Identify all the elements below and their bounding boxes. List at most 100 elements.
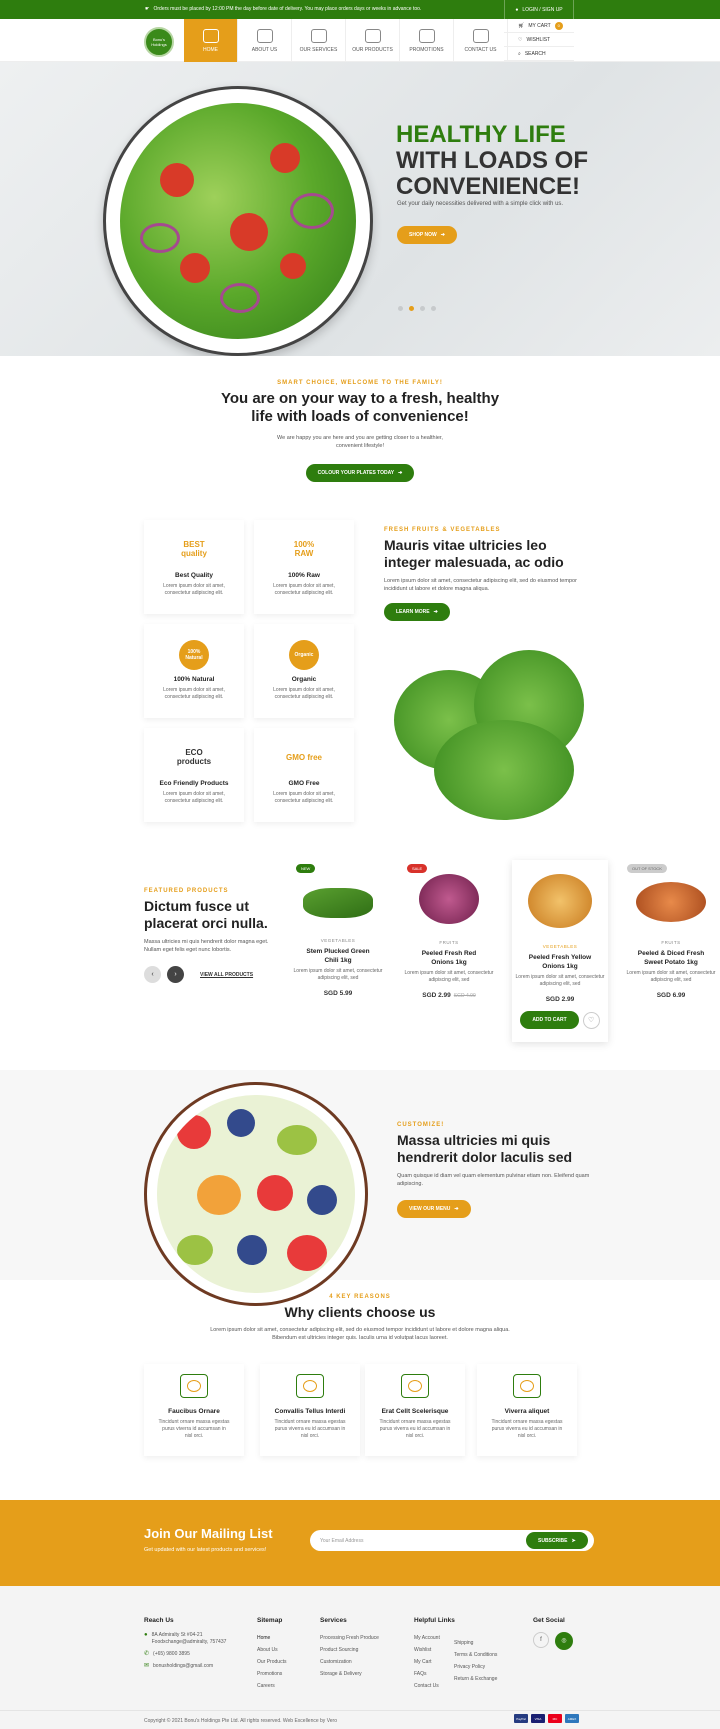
add-to-cart-button[interactable]: ADD TO CART <box>520 1011 579 1029</box>
footer-link[interactable]: Wishlist <box>414 1644 455 1656</box>
footer-phone[interactable]: (+65) 9800 3895 <box>153 1651 190 1658</box>
footer-link[interactable]: Privacy Policy <box>454 1661 497 1673</box>
footer-address: 8A Admiralty St #04-21 Foodxchange@admir… <box>151 1632 227 1645</box>
logo-text: Bonu's Holdings <box>151 37 167 47</box>
nav-item-our-products[interactable]: OUR PRODUCTS <box>346 19 400 62</box>
email-icon: ✉ <box>144 1663 150 1669</box>
send-icon: ➤ <box>571 1537 576 1544</box>
nav-item-promotions[interactable]: PROMOTIONS <box>400 19 454 62</box>
view-our-menu-button[interactable]: VIEW OUR MENU ➔ <box>397 1200 471 1218</box>
footer-link[interactable]: Return & Exchange <box>454 1673 497 1685</box>
feature-card: GMO free GMO Free Lorem ipsum dolor sit am… <box>254 728 354 822</box>
carousel-dot[interactable] <box>431 306 436 311</box>
carousel-dot-active[interactable] <box>409 306 414 311</box>
heart-icon: ♡ <box>518 36 523 43</box>
fresh-title: Mauris vitae ultricies leo integer males… <box>384 537 564 570</box>
reason-title: Convallis Tellus Interdi <box>274 1408 346 1415</box>
product-price: SGD 6.99 <box>623 992 719 999</box>
footer-link[interactable]: Customization <box>320 1656 379 1668</box>
best-quality-icon: BEST quality <box>181 540 207 558</box>
next-arrow-icon[interactable]: › <box>167 966 184 983</box>
reason-text: Tincidunt ornare massa egestas purus viv… <box>491 1419 563 1439</box>
header-utilities: 🛒︎ MY CART 0 ♡ WISHLIST ⌕ SEARCH <box>504 19 574 61</box>
fresh-kicker: FRESH FRUITS & VEGETABLES <box>384 527 501 533</box>
money-icon <box>401 1374 429 1398</box>
instagram-icon[interactable]: ◎ <box>555 1632 573 1650</box>
footer-link[interactable]: My Cart <box>414 1656 455 1668</box>
footer-link[interactable]: Contact Us <box>414 1680 455 1692</box>
welcome-title: You are on your way to a fresh, healthy … <box>220 390 500 425</box>
product-card[interactable]: NEW VEGETABLES Stem Plucked Green Chili … <box>290 860 386 997</box>
product-name: Peeled Fresh Red Onions 1kg <box>421 950 477 966</box>
carousel-dot[interactable] <box>420 306 425 311</box>
phone-icon: ✆ <box>144 1651 150 1657</box>
product-card[interactable]: OUT OF STOCK FRUITS Peeled & Diced Fresh… <box>623 860 719 999</box>
feature-text: Lorem ipsum dolor sit amet, consectetur … <box>273 583 335 596</box>
footer-heading: Reach Us <box>144 1617 174 1624</box>
footer-email[interactable]: bonusholdings@gmail.com <box>153 1663 213 1670</box>
shop-now-button[interactable]: SHOP NOW ➔ <box>397 226 457 244</box>
wishlist-link[interactable]: ♡ WISHLIST <box>504 33 574 47</box>
view-all-products-link[interactable]: VIEW ALL PRODUCTS <box>200 972 253 978</box>
feature-title: GMO Free <box>288 780 320 787</box>
footer-link[interactable]: Terms & Conditions <box>454 1649 497 1661</box>
footer-link[interactable]: FAQs <box>414 1668 455 1680</box>
footer-link[interactable]: Processing Fresh Produce <box>320 1632 379 1644</box>
feature-text: Lorem ipsum dolor sit amet, consectetur … <box>163 791 225 804</box>
my-cart-link[interactable]: 🛒︎ MY CART 0 <box>504 19 574 33</box>
site-footer: Reach Us ● 8A Admiralty St #04-21 Foodxch… <box>0 1586 720 1729</box>
product-name: Peeled Fresh Yellow Onions 1kg <box>528 954 592 970</box>
learn-more-button[interactable]: LEARN MORE ➔ <box>384 603 450 621</box>
organic-icon: Organic <box>289 640 319 670</box>
search-link[interactable]: ⌕ SEARCH <box>504 47 574 61</box>
facebook-icon[interactable]: f <box>533 1632 549 1648</box>
footer-social: Get Social f ◎ <box>533 1617 573 1650</box>
footer-link[interactable]: Careers <box>257 1680 286 1692</box>
product-card[interactable]: SALE FRUITS Peeled Fresh Red Onions 1kg … <box>401 860 497 999</box>
announcement-bar: ☛ Orders must be placed by 12:00 PM the … <box>0 0 720 19</box>
feature-title: Eco Friendly Products <box>159 780 229 787</box>
nav-item-label: CONTACT US <box>464 46 497 53</box>
footer-link[interactable]: Our Products <box>257 1656 286 1668</box>
footer-link[interactable]: Shipping <box>454 1637 497 1649</box>
footer-helpful-links-2: Shipping Terms & Conditions Privacy Poli… <box>454 1637 497 1685</box>
footer-link[interactable]: Storage & Delivery <box>320 1668 379 1680</box>
nav-item-contact-us[interactable]: CONTACT US <box>454 19 508 62</box>
salad-image <box>120 103 356 339</box>
nav-item-home[interactable]: HOME <box>184 19 238 62</box>
price-current: SGD 5.99 <box>323 990 353 997</box>
fresh-produce-block: FRESH FRUITS & VEGETABLES Mauris vitae u… <box>384 527 584 621</box>
nav-item-our-services[interactable]: OUR SERVICES <box>292 19 346 62</box>
hero-title-line-2: WITH LOADS OF <box>396 147 588 174</box>
delivery-notice: ☛ Orders must be placed by 12:00 PM the … <box>145 6 421 12</box>
green-chili-image <box>303 888 373 918</box>
footer-link[interactable]: My Account <box>414 1632 455 1644</box>
product-desc: Lorem ipsum dolor sit amet, consectetur … <box>515 974 605 987</box>
nav-item-label: OUR SERVICES <box>299 46 338 53</box>
services-icon <box>310 28 327 43</box>
site-logo[interactable]: Bonu's Holdings <box>144 27 174 57</box>
feature-card: BEST quality Best Quality Lorem ipsum dolo… <box>144 520 244 614</box>
welcome-kicker: SMART CHOICE, WELCOME TO THE FAMILY! <box>277 380 443 386</box>
subscribe-button[interactable]: SUBSCRIBE ➤ <box>526 1532 588 1549</box>
wishlist-heart-icon[interactable]: ♡ <box>582 1011 600 1029</box>
reasons-intro: Lorem ipsum dolor sit amet, consectetur … <box>210 1327 510 1341</box>
nav-item-label: OUR PRODUCTS <box>352 46 393 53</box>
footer-link[interactable]: Product Sourcing <box>320 1644 379 1656</box>
cart-icon: 🛒︎ <box>518 22 525 29</box>
footer-link-home[interactable]: Home <box>257 1632 286 1644</box>
carousel-dot[interactable] <box>398 306 403 311</box>
nav-item-about-us[interactable]: ABOUT US <box>238 19 292 62</box>
prev-arrow-icon[interactable]: ‹ <box>144 966 161 983</box>
hero-banner: HEALTHY LIFE WITH LOADS OF CONVENIENCE! … <box>0 62 720 356</box>
cart-count-badge: 0 <box>554 21 563 30</box>
arrow-right-icon: ➔ <box>398 470 403 476</box>
footer-link[interactable]: Promotions <box>257 1668 286 1680</box>
nav-item-label: HOME <box>203 46 218 53</box>
login-signup-link[interactable]: ● LOGIN / SIGN UP <box>504 0 574 19</box>
footer-link[interactable]: About Us <box>257 1644 286 1656</box>
fresh-text: Lorem ipsum dolor sit amet, consectetur … <box>384 578 577 592</box>
colour-your-plates-button[interactable]: COLOUR YOUR PLATES TODAY ➔ <box>305 464 415 482</box>
product-card-highlighted[interactable]: VEGETABLES Peeled Fresh Yellow Onions 1k… <box>512 860 608 1042</box>
footer-heading: Helpful Links <box>414 1617 455 1624</box>
